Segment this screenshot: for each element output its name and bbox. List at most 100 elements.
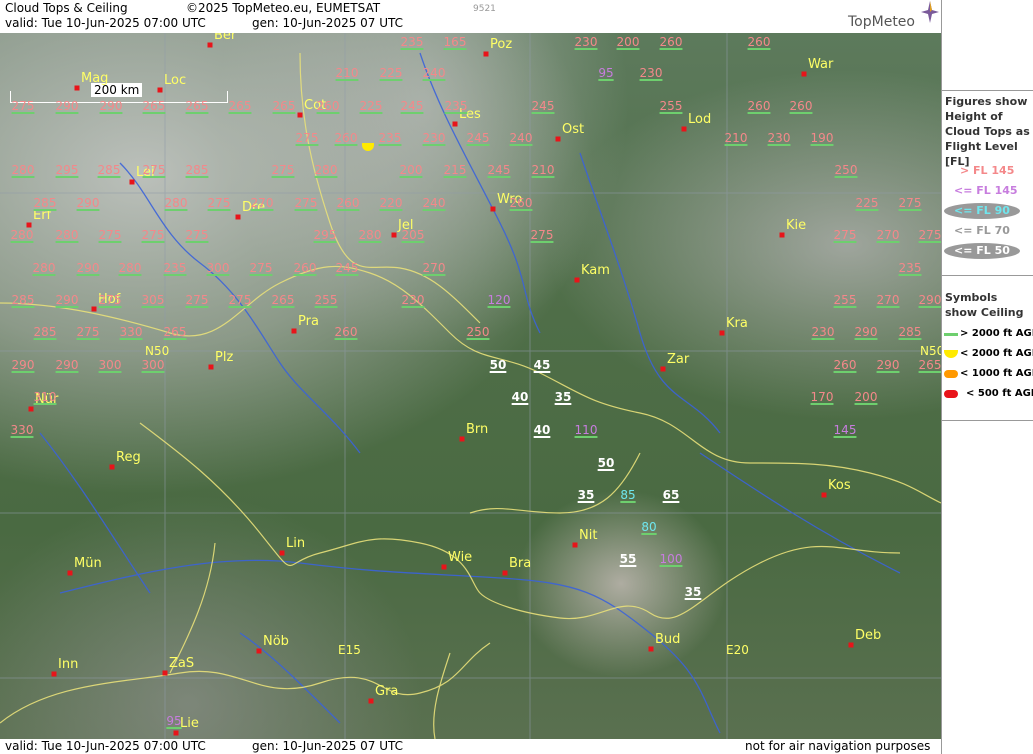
footer-bar: valid: Tue 10-Jun-2025 07:00 UTC gen: 10… (0, 739, 941, 754)
cloud-top-label: 275 (271, 163, 295, 177)
cloud-top-label: 275 (249, 261, 273, 275)
cloud-top-label: 290 (11, 358, 35, 372)
cloud-top-label: 85 (620, 488, 636, 502)
cloud-top-label: 280 (118, 261, 142, 275)
city-label: Kam (581, 263, 610, 278)
cloud-top-label: 285 (97, 163, 121, 177)
city-marker (502, 570, 508, 576)
city-label: Mün (74, 556, 102, 571)
cloud-top-label: 245 (335, 261, 359, 275)
header-bar: Cloud Tops & Ceiling ©2025 TopMeteo.eu, … (0, 0, 941, 33)
city-marker (459, 436, 465, 442)
legend-divider (942, 420, 1033, 421)
city-marker (848, 642, 854, 648)
city-marker (779, 232, 785, 238)
cloud-top-label: 290 (76, 261, 100, 275)
compass-icon (921, 1, 939, 23)
cloud-top-label: 280 (164, 196, 188, 210)
city-marker (801, 71, 807, 77)
cloud-top-label: 290 (854, 325, 878, 339)
cloud-top-label: 290 (918, 293, 941, 307)
cloud-top-label: 95 (598, 66, 614, 80)
cloud-top-label: 270 (876, 293, 900, 307)
cloud-top-label: 280 (10, 228, 34, 242)
cloud-top-label: 250 (834, 163, 858, 177)
city-label: Lod (688, 112, 712, 127)
cloud-top-label: 290 (99, 99, 123, 113)
cloud-top-label: 235 (163, 261, 187, 275)
city-label: Nit (579, 528, 598, 543)
cloud-top-label: 280 (314, 163, 338, 177)
city-label: Poz (490, 37, 513, 52)
city-label: Kie (786, 218, 807, 233)
city-marker (256, 648, 262, 654)
cloud-top-label: 225 (855, 196, 879, 210)
ceiling-yellow-icon (944, 350, 958, 358)
city-marker (235, 214, 241, 220)
cloud-top-label: 295 (55, 163, 79, 177)
cloud-top-label: 280 (55, 228, 79, 242)
cloud-top-label: 230 (574, 35, 598, 49)
legend-ceiling-item: < 500 ft AGL (966, 388, 1033, 399)
cloud-top-label: 295 (313, 228, 337, 242)
legend-fl-item: <= FL 70 (954, 224, 1010, 237)
cloud-top-label: 260 (789, 99, 813, 113)
city-marker (574, 277, 580, 283)
city-marker (297, 112, 303, 118)
cloud-top-label: 35 (684, 585, 702, 599)
cloud-top-label: 50 (597, 456, 615, 470)
legend-fl-item: <= FL 145 (954, 184, 1018, 197)
cloud-top-label: 230 (401, 293, 425, 307)
cloud-top-label: 275 (185, 228, 209, 242)
image-code: 9521 (473, 4, 496, 14)
cloud-top-label: 280 (358, 228, 382, 242)
cloud-top-label: 245 (531, 99, 555, 113)
legend-divider (942, 90, 1033, 91)
city-marker (681, 126, 687, 132)
ceiling-line-icon (944, 333, 958, 336)
city-label: ZaS (169, 656, 195, 671)
cloud-top-label: 330 (119, 325, 143, 339)
cloud-top-label: 280 (32, 261, 56, 275)
cloud-top-label: 260 (747, 99, 771, 113)
cloud-top-label: 275 (142, 163, 166, 177)
ceiling-red-icon (944, 390, 958, 398)
city-marker (368, 698, 374, 704)
cloud-top-label: 210 (335, 66, 359, 80)
city-label: Lie (180, 716, 199, 731)
satellite-map[interactable]: 200 km N50 N50 E15 E20 Ber Poz War Mag Loc Co… (0, 33, 941, 739)
cloud-top-label: 255 (833, 293, 857, 307)
topmeteo-logo[interactable]: TopMeteo (848, 14, 915, 30)
cloud-top-label: 265 (163, 325, 187, 339)
cloud-top-label: 280 (11, 163, 35, 177)
cloud-top-label: 265 (271, 293, 295, 307)
cloud-top-label: 235 (444, 99, 468, 113)
grid-label: E15 (338, 643, 361, 657)
cloud-top-label: 230 (639, 66, 663, 80)
cloud-top-label: 260 (336, 196, 360, 210)
grid-label: E20 (726, 643, 749, 657)
cloud-top-label: 275 (76, 325, 100, 339)
city-label: Pra (298, 314, 319, 329)
city-label: Gra (375, 684, 399, 699)
city-marker (291, 328, 297, 334)
legend-ceiling-item: < 2000 ft AGL (960, 348, 1033, 359)
cloud-top-label: 290 (76, 196, 100, 210)
cloud-top-label: 265 (228, 99, 252, 113)
city-label: Kra (726, 316, 748, 331)
cloud-top-label: 120 (487, 293, 511, 307)
cloud-top-label: 200 (399, 163, 423, 177)
city-label: Nöb (263, 634, 289, 649)
cloud-top-label: 245 (487, 163, 511, 177)
cloud-top-label: 265 (918, 358, 941, 372)
cloud-top-label: 260 (316, 99, 340, 113)
cloud-top-label: 285 (33, 196, 57, 210)
cloud-top-label: 205 (401, 228, 425, 242)
cloud-top-label: 170 (810, 390, 834, 404)
city-label: Zar (667, 352, 690, 367)
city-marker (648, 646, 654, 652)
cloud-top-label: 35 (577, 488, 595, 502)
cloud-top-label: 275 (98, 228, 122, 242)
valid-time: valid: Tue 10-Jun-2025 07:00 UTC (5, 16, 206, 30)
cloud-top-label: 290 (876, 358, 900, 372)
